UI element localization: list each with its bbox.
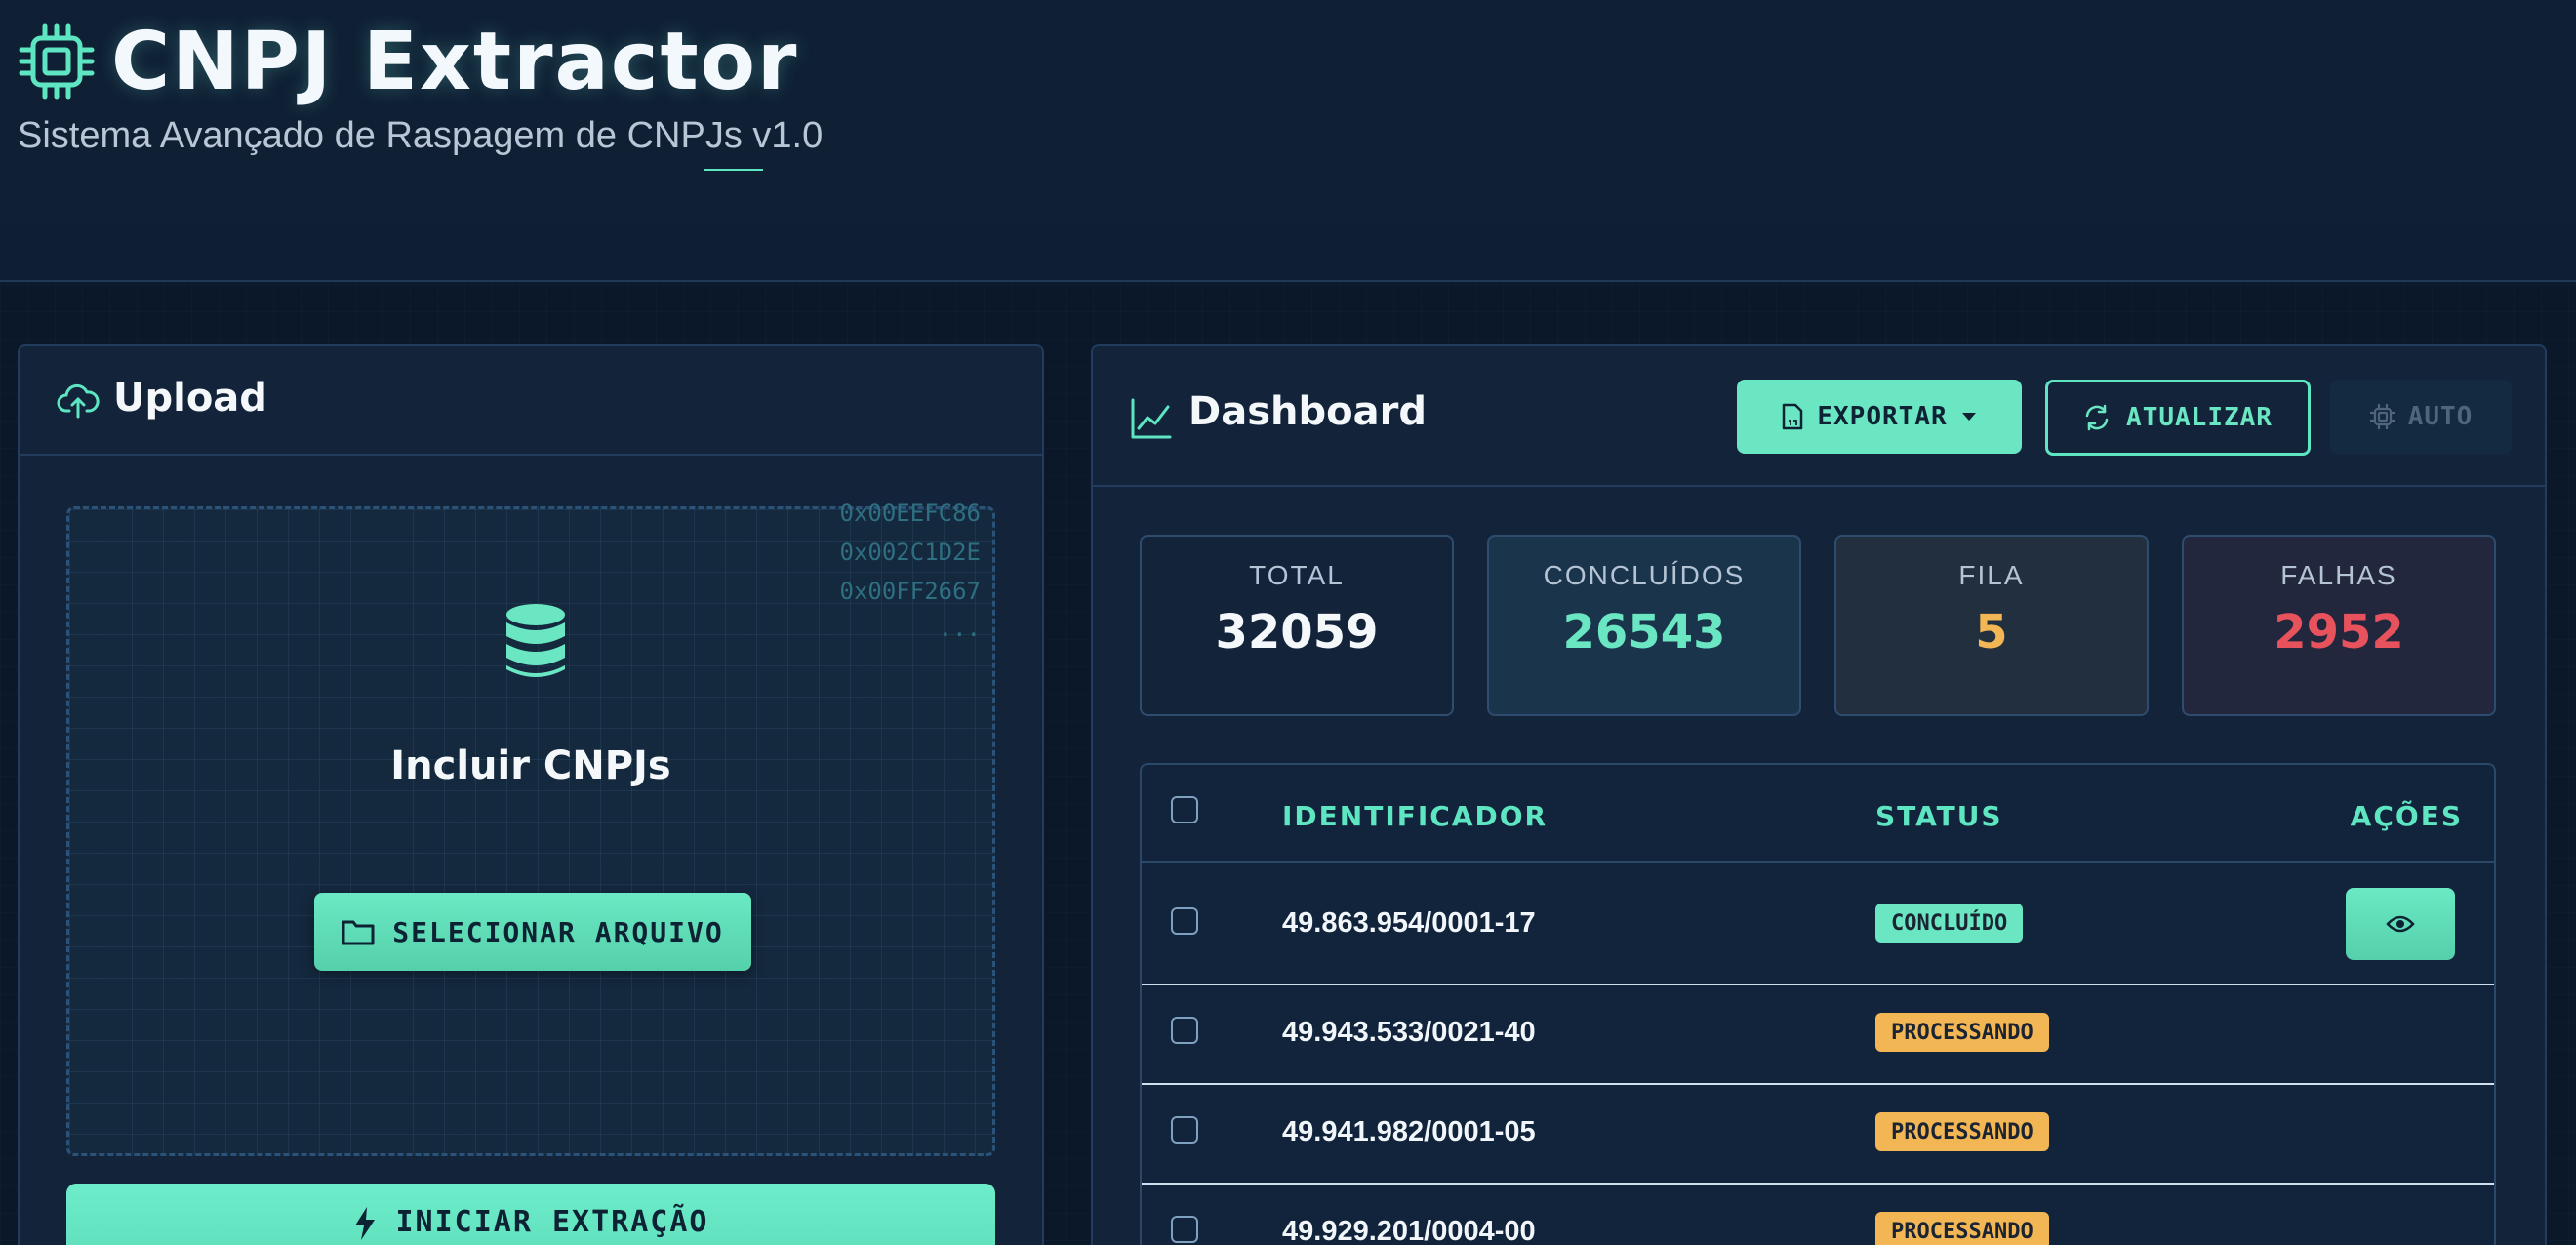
- stat-card-completed: CONCLUÍDOS 26543: [1487, 535, 1801, 716]
- app-title: CNPJ Extractor: [111, 16, 799, 108]
- stat-card-total: TOTAL 32059: [1140, 535, 1454, 716]
- view-button[interactable]: [2346, 888, 2455, 960]
- stat-card-queue: FILA 5: [1834, 535, 2149, 716]
- eye-icon: [2386, 915, 2415, 933]
- line-chart-icon: [1131, 398, 1172, 439]
- select-all-checkbox[interactable]: [1171, 796, 1198, 823]
- bolt-icon: [354, 1207, 375, 1240]
- row-checkbox[interactable]: [1171, 907, 1198, 935]
- stat-value: 2952: [2274, 605, 2404, 660]
- cloud-upload-icon: [57, 383, 100, 419]
- refresh-icon: [2085, 404, 2109, 431]
- auto-refresh-button[interactable]: AUTO: [2330, 380, 2512, 454]
- chip-icon: [19, 23, 95, 100]
- stat-label: TOTAL: [1249, 560, 1345, 590]
- hex-line: 0x00FF2667: [839, 578, 982, 605]
- chip-icon: [2369, 404, 2395, 429]
- table-row: 49.941.982/0001-05 PROCESSANDO: [1142, 1085, 2494, 1185]
- dropzone-title: Incluir CNPJs: [390, 743, 671, 788]
- dashboard-divider: [1093, 485, 2545, 487]
- column-header-status: STATUS: [1875, 800, 2003, 832]
- column-header-actions: AÇÕES: [2350, 800, 2463, 832]
- hex-line: 0x002C1D2E: [839, 539, 982, 566]
- export-label: EXPORTAR: [1817, 402, 1948, 431]
- row-checkbox[interactable]: [1171, 1116, 1198, 1144]
- table-row: 49.943.533/0021-40 PROCESSANDO: [1142, 985, 2494, 1085]
- dashboard-panel: Dashboard EXPORTAR ATUALIZAR AUTO TOTAL …: [1091, 344, 2547, 1245]
- auto-label: AUTO: [2407, 402, 2474, 431]
- start-extraction-button[interactable]: INICIAR EXTRAÇÃO: [66, 1184, 995, 1245]
- status-badge: CONCLUÍDO: [1875, 904, 2024, 943]
- status-badge: PROCESSANDO: [1875, 1212, 2049, 1245]
- file-icon: [1783, 403, 1803, 430]
- caret-down-icon: [1961, 413, 1976, 421]
- stat-label: FALHAS: [2280, 560, 2397, 590]
- app-header: CNPJ Extractor Sistema Avançado de Raspa…: [0, 0, 2576, 282]
- select-file-label: SELECIONAR ARQUIVO: [392, 915, 724, 948]
- database-icon: [506, 604, 565, 677]
- column-header-identifier: IDENTIFICADOR: [1282, 800, 1549, 832]
- refresh-button[interactable]: ATUALIZAR: [2045, 380, 2311, 456]
- table-header: IDENTIFICADOR STATUS AÇÕES: [1142, 765, 2494, 863]
- cnpj-cell: 49.941.982/0001-05: [1282, 1116, 1536, 1147]
- stat-label: CONCLUÍDOS: [1543, 560, 1746, 590]
- dashboard-title: Dashboard: [1188, 389, 1427, 434]
- row-checkbox[interactable]: [1171, 1017, 1198, 1044]
- dropzone[interactable]: 0x00EEFC86 0x002C1D2E 0x00FF2667 ... Inc…: [66, 500, 995, 1156]
- cnpj-cell: 49.943.533/0021-40: [1282, 1017, 1536, 1048]
- stat-value: 26543: [1562, 605, 1726, 660]
- refresh-label: ATUALIZAR: [2126, 403, 2273, 432]
- hex-line: ...: [938, 615, 981, 642]
- select-file-button[interactable]: SELECIONAR ARQUIVO: [314, 893, 751, 971]
- cnpj-cell: 49.863.954/0001-17: [1282, 907, 1536, 939]
- upload-panel-header: Upload: [20, 346, 1042, 456]
- upload-panel-title: Upload: [113, 376, 267, 421]
- stat-value: 5: [1975, 605, 2008, 660]
- status-badge: PROCESSANDO: [1875, 1013, 2049, 1052]
- hex-line: 0x00EEFC86: [839, 500, 982, 527]
- stat-card-failures: FALHAS 2952: [2182, 535, 2496, 716]
- export-button[interactable]: EXPORTAR: [1737, 380, 2022, 454]
- cnpj-cell: 49.929.201/0004-00: [1282, 1216, 1536, 1245]
- folder-icon: [342, 920, 375, 945]
- row-checkbox[interactable]: [1171, 1216, 1198, 1243]
- upload-panel: Upload 0x00EEFC86 0x002C1D2E 0x00FF2667 …: [18, 344, 1044, 1245]
- status-badge: PROCESSANDO: [1875, 1112, 2049, 1151]
- stat-value: 32059: [1215, 605, 1379, 660]
- app-subtitle: Sistema Avançado de Raspagem de CNPJs v1…: [18, 115, 824, 156]
- table-row: 49.929.201/0004-00 PROCESSANDO: [1142, 1185, 2494, 1245]
- subtitle-underline: [704, 169, 763, 171]
- cnpj-table: IDENTIFICADOR STATUS AÇÕES 49.863.954/00…: [1140, 763, 2496, 1245]
- stat-label: FILA: [1958, 560, 2025, 590]
- start-extraction-label: INICIAR EXTRAÇÃO: [395, 1205, 709, 1239]
- table-row: 49.863.954/0001-17 CONCLUÍDO: [1142, 864, 2494, 985]
